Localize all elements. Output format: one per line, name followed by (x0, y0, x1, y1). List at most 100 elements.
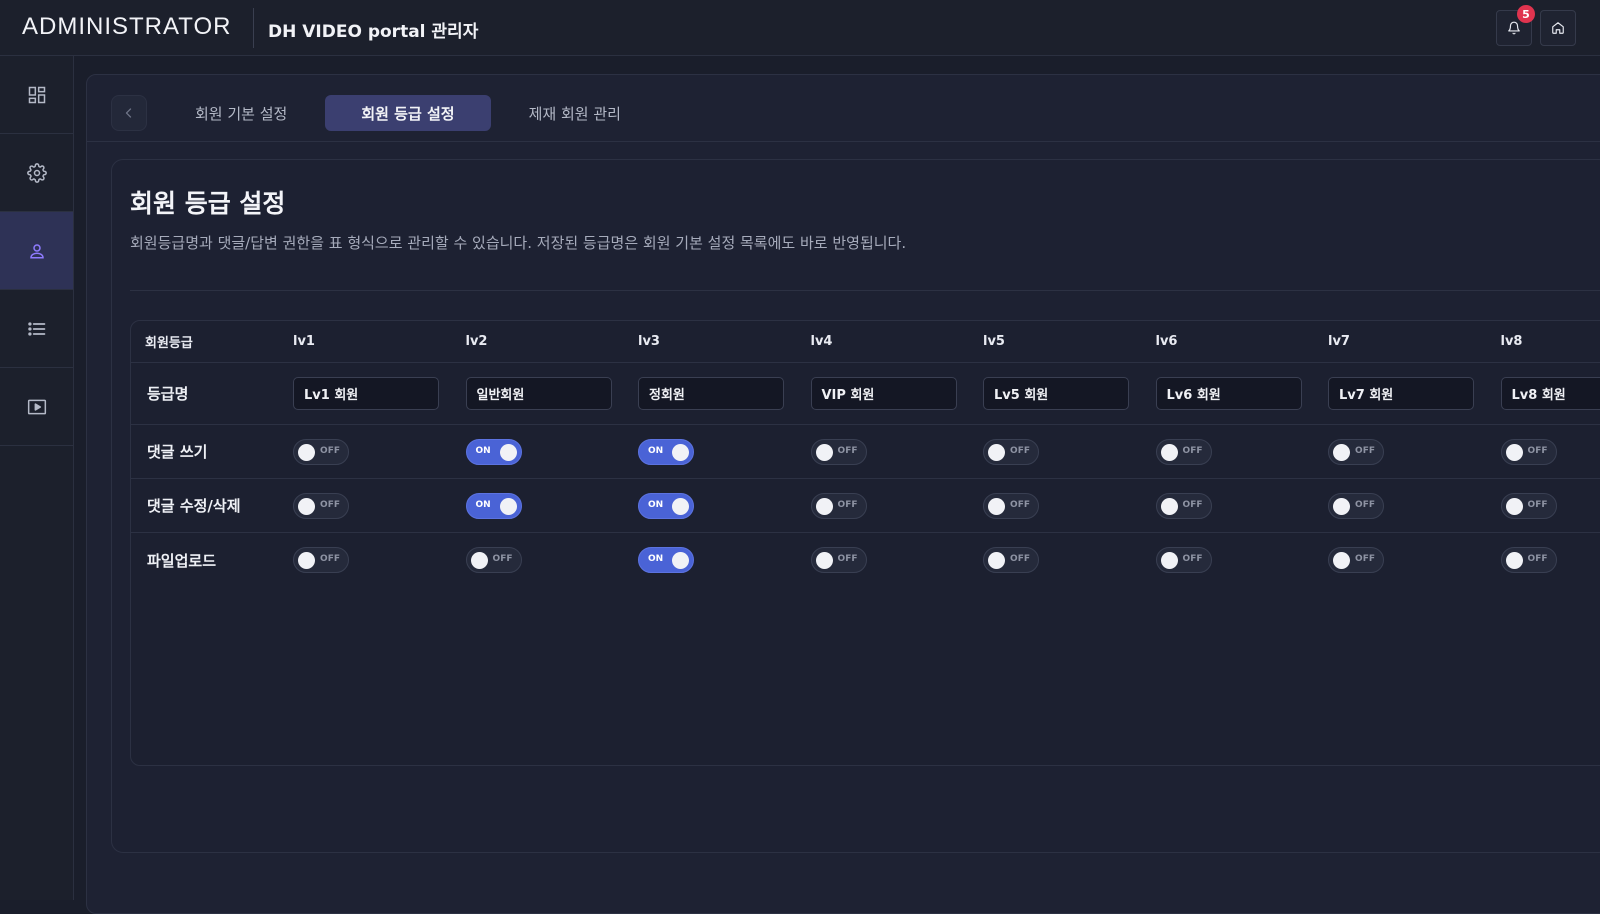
tab-grade-settings[interactable]: 회원 등급 설정 (325, 95, 490, 131)
toggle-knob (471, 552, 488, 569)
table-row-comment-edit: 댓글 수정/삭제 OFFONONOFFOFFOFFOFFOFF (131, 479, 1600, 533)
permission-toggle[interactable]: OFF (1156, 493, 1212, 519)
tab-basic-settings[interactable]: 회원 기본 설정 (159, 95, 323, 131)
grade-name-cell: Lv6 회원 (1156, 363, 1302, 424)
permission-cell: OFF (811, 479, 867, 532)
grade-name-input[interactable]: 일반회원 (466, 377, 612, 410)
permission-toggle[interactable]: ON (638, 493, 694, 519)
page-title: 회원 등급 설정 (130, 184, 285, 220)
toggle-state-label: OFF (1528, 446, 1548, 456)
permission-toggle[interactable]: OFF (983, 493, 1039, 519)
permission-toggle[interactable]: OFF (1501, 493, 1557, 519)
grade-name-cell: Lv8 회원 (1501, 363, 1600, 424)
grade-name-input[interactable]: Lv7 회원 (1328, 377, 1474, 410)
grade-table: 회원등급 lv1lv2lv3lv4lv5lv6lv7lv8 등급명 Lv1 회원… (130, 320, 1600, 766)
permission-toggle[interactable]: ON (638, 547, 694, 573)
toggle-state-label: OFF (1183, 500, 1203, 510)
home-icon (1551, 21, 1565, 35)
permission-toggle[interactable]: OFF (293, 439, 349, 465)
toggle-state-label: OFF (493, 554, 513, 564)
header-divider (253, 8, 254, 48)
permission-cell: OFF (1328, 533, 1384, 587)
permission-cell: OFF (293, 533, 349, 587)
permission-cell: OFF (1501, 479, 1557, 532)
toggle-knob (1506, 552, 1523, 569)
toggle-knob (298, 444, 315, 461)
notification-button[interactable]: 5 (1496, 10, 1532, 46)
permission-toggle[interactable]: ON (466, 439, 522, 465)
user-icon (28, 242, 46, 260)
grade-name-input[interactable]: Lv1 회원 (293, 377, 439, 410)
toggle-state-label: OFF (1183, 446, 1203, 456)
table-row-file-upload: 파일업로드 OFF OFF ON OFF OFF OFF OFF OFF (131, 533, 1600, 587)
toggle-knob (988, 498, 1005, 515)
toggle-state-label: OFF (838, 446, 858, 456)
grade-name-input[interactable]: Lv6 회원 (1156, 377, 1302, 410)
permission-toggle[interactable]: OFF (811, 493, 867, 519)
permission-toggle[interactable]: OFF (1156, 547, 1212, 573)
permission-toggle[interactable]: OFF (466, 547, 522, 573)
permission-toggle[interactable]: OFF (811, 439, 867, 465)
toggle-state-label: OFF (1010, 500, 1030, 510)
toggle-knob (298, 498, 315, 515)
tab-divider (87, 141, 1600, 142)
permission-cell: ON (638, 479, 694, 532)
permission-cell: OFF (293, 479, 349, 532)
permission-toggle[interactable]: OFF (293, 493, 349, 519)
permission-toggle[interactable]: OFF (1156, 439, 1212, 465)
permission-cell: ON (638, 533, 694, 587)
permission-toggle[interactable]: ON (466, 493, 522, 519)
permission-toggle[interactable]: OFF (1501, 547, 1557, 573)
level-header: lv1 (293, 321, 315, 362)
brand-logo: ADMINISTRATOR (22, 13, 231, 41)
permission-toggle[interactable]: OFF (1328, 493, 1384, 519)
grade-name-input[interactable]: Lv8 회원 (1501, 377, 1600, 410)
level-header: lv2 (466, 321, 488, 362)
grade-name-cell: Lv7 회원 (1328, 363, 1474, 424)
toggle-knob (1333, 552, 1350, 569)
sidebar-item-members[interactable] (0, 212, 73, 290)
permission-toggle[interactable]: OFF (983, 439, 1039, 465)
grade-name-input[interactable]: Lv5 회원 (983, 377, 1129, 410)
toggle-state-label: OFF (1010, 446, 1030, 456)
grade-settings-panel: 회원 등급 설정 회원등급명과 댓글/답변 권한을 표 형식으로 관리할 수 있… (111, 159, 1600, 853)
permission-toggle[interactable]: OFF (293, 547, 349, 573)
permission-cell: OFF (293, 425, 349, 478)
permission-toggle[interactable]: OFF (1328, 547, 1384, 573)
permission-toggle[interactable]: OFF (811, 547, 867, 573)
sidebar-item-settings[interactable] (0, 134, 73, 212)
permission-toggle[interactable]: OFF (1501, 439, 1557, 465)
home-button[interactable] (1540, 10, 1576, 46)
sidebar-item-dashboard[interactable] (0, 56, 73, 134)
table-row-comment-write: 댓글 쓰기 OFFONONOFFOFFOFFOFFOFF (131, 425, 1600, 479)
permission-cell: OFF (983, 533, 1039, 587)
permission-toggle[interactable]: OFF (1328, 439, 1384, 465)
toggle-knob (1161, 552, 1178, 569)
tab-sanctioned-members[interactable]: 제재 회원 관리 (493, 95, 657, 131)
grade-name-cell: 정회원 (638, 363, 784, 424)
portal-title: DH VIDEO portal 관리자 (268, 17, 478, 42)
list-icon (27, 319, 47, 339)
sidebar-item-list[interactable] (0, 290, 73, 368)
toggle-state-label: OFF (1010, 554, 1030, 564)
toggle-state-label: ON (476, 446, 491, 456)
toggle-state-label: OFF (1355, 446, 1375, 456)
permission-toggle[interactable]: OFF (983, 547, 1039, 573)
row-label-grade-name: 등급명 (147, 363, 188, 424)
toggle-knob (1161, 498, 1178, 515)
toggle-state-label: OFF (320, 446, 340, 456)
permission-cell: OFF (811, 533, 867, 587)
toggle-knob (816, 552, 833, 569)
panel-divider (130, 290, 1600, 291)
grade-name-input[interactable]: VIP 회원 (811, 377, 957, 410)
permission-toggle[interactable]: ON (638, 439, 694, 465)
grade-name-cell: Lv1 회원 (293, 363, 439, 424)
sidebar-item-videos[interactable] (0, 368, 73, 446)
toggle-state-label: OFF (1183, 554, 1203, 564)
toggle-knob (1161, 444, 1178, 461)
table-header-row: 회원등급 lv1lv2lv3lv4lv5lv6lv7lv8 (131, 321, 1600, 363)
toggle-knob (1333, 444, 1350, 461)
grade-name-input[interactable]: 정회원 (638, 377, 784, 410)
back-button[interactable] (111, 95, 147, 131)
row-label: 파일업로드 (147, 533, 216, 587)
